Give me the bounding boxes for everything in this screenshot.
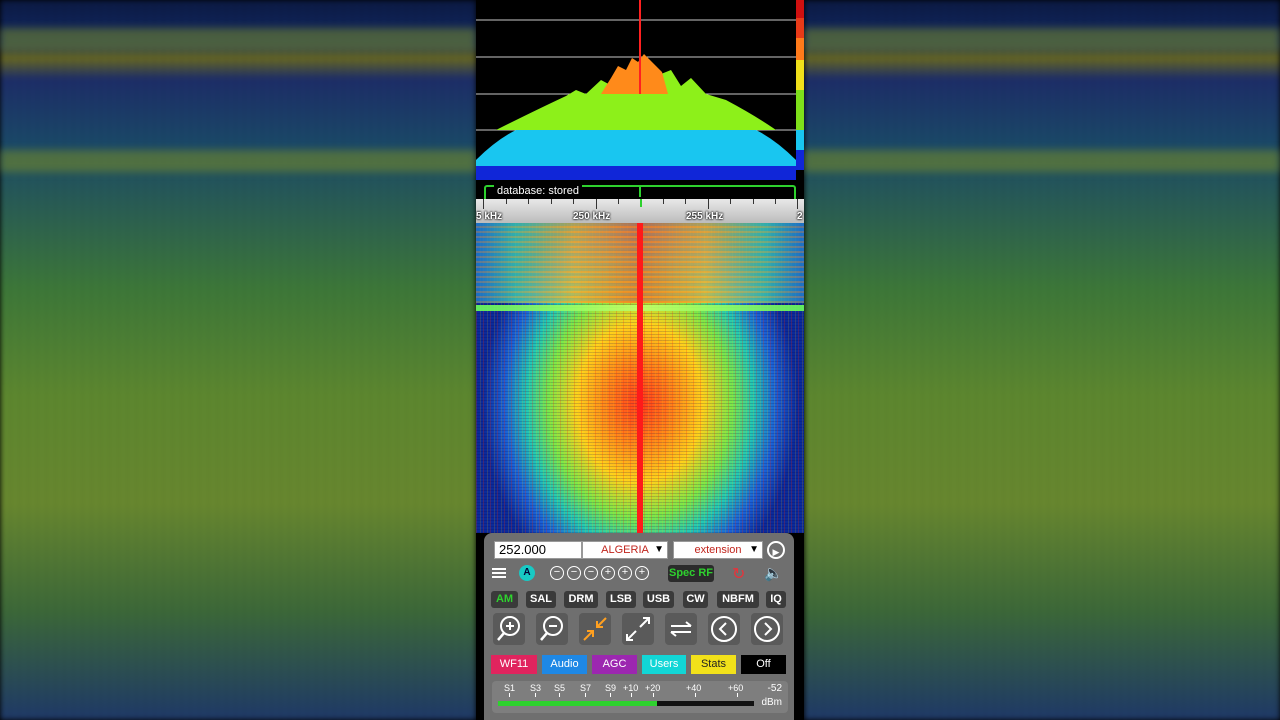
mode-usb-button[interactable]: USB <box>643 591 674 608</box>
signal-level-value: -52 <box>767 683 782 694</box>
wf-button[interactable]: WF11 <box>491 655 537 674</box>
swap-arrows-icon <box>670 621 692 637</box>
agc-button[interactable]: AGC <box>592 655 637 674</box>
zoom-to-band-button[interactable] <box>579 613 611 645</box>
s-meter-label: S5 <box>554 683 566 693</box>
magnify-minus-icon <box>540 616 563 641</box>
s-meter-track <box>498 701 754 706</box>
signal-level-unit: dBm <box>761 697 782 708</box>
speaker-icon[interactable]: 🔈 <box>764 564 783 582</box>
scale-label-2: 250 kHz <box>573 211 611 222</box>
extension-select[interactable]: extension ▼ <box>673 541 763 559</box>
s-meter: S1 S3 S5 S7 S9 +10 +20 +40 +60 -52 dBm <box>492 681 788 713</box>
band-select[interactable]: ALGERIA ▼ <box>582 541 668 559</box>
zoom-out-tool-button[interactable] <box>536 613 568 645</box>
mode-iq-button[interactable]: IQ <box>766 591 786 608</box>
s-meter-label: S1 <box>504 683 516 693</box>
zoom-out-small-icon[interactable]: − <box>584 566 598 580</box>
expand-arrows-icon <box>626 617 650 641</box>
mode-drm-button[interactable]: DRM <box>564 591 598 608</box>
mode-cw-button[interactable]: CW <box>683 591 708 608</box>
zoom-in-max-icon[interactable]: + <box>635 566 649 580</box>
compress-arrows-icon <box>583 617 607 641</box>
database-center-marker <box>639 185 641 197</box>
magnify-plus-icon <box>497 616 520 641</box>
users-button[interactable]: Users <box>642 655 686 674</box>
pan-left-button[interactable] <box>708 613 740 645</box>
spec-rf-button[interactable]: Spec RF <box>668 565 714 582</box>
s-meter-label: S9 <box>605 683 617 693</box>
mode-nbfm-button[interactable]: NBFM <box>717 591 759 608</box>
zoom-out-icon[interactable]: − <box>567 566 581 580</box>
zoom-out-max-icon[interactable]: − <box>550 566 564 580</box>
zoom-in-icon[interactable]: + <box>618 566 632 580</box>
pan-right-button[interactable] <box>751 613 783 645</box>
s-meter-label: +10 <box>623 683 639 693</box>
scale-label-1: 5 kHz <box>476 211 503 222</box>
mode-sal-button[interactable]: SAL <box>526 591 556 608</box>
mode-am-button[interactable]: AM <box>491 591 518 608</box>
mode-lsb-button[interactable]: LSB <box>606 591 636 608</box>
frequency-scale[interactable]: 5 kHz 250 kHz 255 kHz 2 <box>476 199 804 223</box>
play-icon[interactable]: ▶ <box>767 541 785 559</box>
chevron-left-icon <box>711 616 737 642</box>
stats-button[interactable]: Stats <box>691 655 736 674</box>
chevron-right-icon <box>754 616 780 642</box>
s-meter-label: S7 <box>580 683 592 693</box>
band-select-value: ALGERIA <box>601 544 649 556</box>
zoom-max-out-button[interactable] <box>622 613 654 645</box>
auto-toggle-button[interactable]: A <box>519 565 535 581</box>
waterfall-display[interactable] <box>476 223 804 533</box>
s-meter-fill <box>498 701 657 706</box>
menu-icon[interactable] <box>492 566 506 580</box>
s-meter-label: +20 <box>645 683 661 693</box>
frequency-input[interactable]: 252.000 <box>494 541 582 559</box>
database-label: database: stored <box>494 185 582 198</box>
scale-label-4: 2 <box>797 211 803 222</box>
audio-button[interactable]: Audio <box>542 655 587 674</box>
scale-label-3: 255 kHz <box>686 211 724 222</box>
swap-span-button[interactable] <box>665 613 697 645</box>
chevron-down-icon: ▼ <box>749 544 759 555</box>
reload-icon[interactable]: ↻ <box>732 564 745 584</box>
s-meter-label: +40 <box>686 683 702 693</box>
control-panel: 252.000 ALGERIA ▼ extension ▼ ▶ A − − − … <box>484 533 794 720</box>
zoom-in-tool-button[interactable] <box>493 613 525 645</box>
s-meter-label: S3 <box>530 683 542 693</box>
s-meter-label: +60 <box>728 683 744 693</box>
zoom-in-small-icon[interactable]: + <box>601 566 615 580</box>
background-blur-left <box>0 0 476 720</box>
off-button[interactable]: Off <box>741 655 786 674</box>
spectrum-display[interactable] <box>476 0 804 183</box>
background-blur-right <box>804 0 1280 720</box>
color-scale-bar <box>796 0 804 170</box>
extension-select-value: extension <box>694 544 742 556</box>
chevron-down-icon: ▼ <box>654 544 664 555</box>
